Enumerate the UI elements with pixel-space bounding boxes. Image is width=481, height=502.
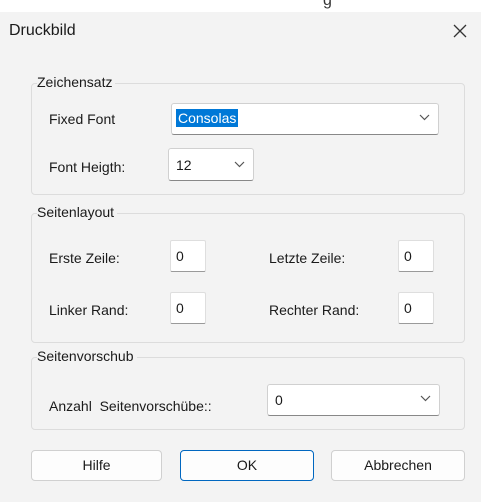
fixed-font-select[interactable]: Consolas — [171, 103, 439, 135]
seitenvorschub-legend: Seitenvorschub — [37, 348, 137, 364]
close-icon — [453, 24, 467, 38]
chevron-down-icon — [234, 161, 245, 168]
rechter-rand-label: Rechter Rand: — [269, 302, 360, 318]
anzahl-seitenvorschuebe-select[interactable]: 0 — [267, 384, 440, 416]
chevron-down-icon — [419, 114, 430, 121]
fixed-font-label: Fixed Font — [49, 111, 116, 127]
font-height-select[interactable]: 12 — [168, 148, 254, 181]
anzahl-seitenvorschuebe-label: Anzahl Seitenvorschübe:: — [49, 398, 212, 414]
cancel-button[interactable]: Abbrechen — [331, 450, 465, 481]
font-height-value: 12 — [176, 157, 192, 173]
fixed-font-value: Consolas — [176, 109, 239, 127]
help-button[interactable]: Hilfe — [31, 450, 162, 481]
ok-button[interactable]: OK — [180, 450, 314, 481]
rechter-rand-value: 0 — [404, 300, 412, 316]
background-strip: g — [0, 0, 481, 12]
font-height-label: Font Heigth: — [49, 159, 126, 175]
anzahl-seitenvorschuebe-value: 0 — [275, 392, 283, 408]
background-text-fragment: g — [323, 0, 332, 9]
linker-rand-value: 0 — [176, 300, 184, 316]
letzte-zeile-value: 0 — [404, 248, 412, 264]
close-button[interactable] — [445, 14, 475, 48]
chevron-down-icon — [420, 395, 431, 402]
erste-zeile-input[interactable]: 0 — [170, 240, 206, 272]
linker-rand-label: Linker Rand: — [49, 302, 129, 318]
rechter-rand-input[interactable]: 0 — [398, 292, 434, 324]
letzte-zeile-input[interactable]: 0 — [398, 240, 434, 272]
letzte-zeile-label: Letzte Zeile: — [269, 250, 346, 266]
linker-rand-input[interactable]: 0 — [170, 292, 206, 324]
print-preview-dialog: g Druckbild Zeichensatz Fixed Font Conso… — [0, 0, 481, 502]
erste-zeile-value: 0 — [176, 248, 184, 264]
erste-zeile-label: Erste Zeile: — [49, 250, 120, 266]
seitenlayout-legend: Seitenlayout — [37, 204, 118, 220]
zeichensatz-legend: Zeichensatz — [37, 74, 116, 90]
dialog-title: Druckbild — [9, 22, 76, 39]
